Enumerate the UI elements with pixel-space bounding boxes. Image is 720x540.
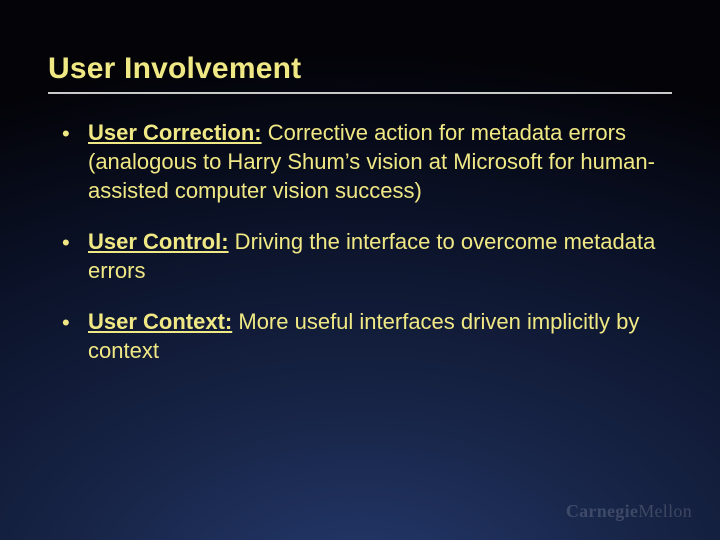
wordmark-b: Mellon [638,501,692,521]
bullet-key: User Control: [88,229,229,254]
wordmark-a: Carnegie [566,501,638,521]
bullet-marker: • [62,227,88,257]
slide-title: User Involvement [48,52,301,86]
slide: User Involvement • User Correction: Corr… [0,0,720,540]
bullet-marker: • [62,118,88,148]
bullet-text: User Context: More useful interfaces dri… [88,307,660,365]
bullet-text: User Control: Driving the interface to o… [88,227,660,285]
title-underline [48,92,672,94]
bullet-key: User Context: [88,309,232,334]
bullet-item: • User Context: More useful interfaces d… [62,307,660,365]
bullet-text: User Correction: Corrective action for m… [88,118,660,205]
bullet-item: • User Correction: Corrective action for… [62,118,660,205]
slide-body: • User Correction: Corrective action for… [62,118,660,387]
bullet-item: • User Control: Driving the interface to… [62,227,660,285]
bullet-marker: • [62,307,88,337]
wordmark: CarnegieMellon [566,501,692,522]
bullet-key: User Correction: [88,120,262,145]
